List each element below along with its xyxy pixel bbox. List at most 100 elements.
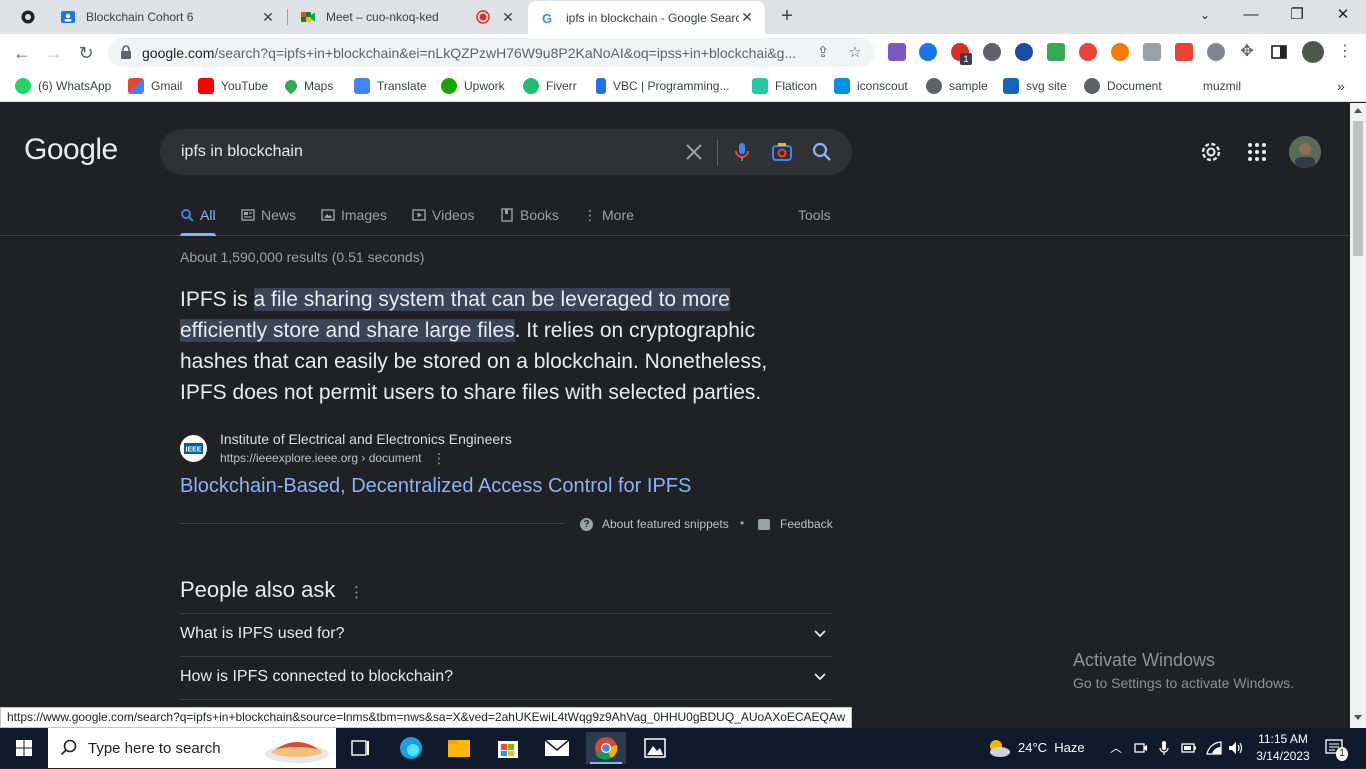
volume-icon[interactable]	[1228, 741, 1244, 755]
share-icon[interactable]: ⇪	[814, 44, 832, 62]
windows-start-icon[interactable]	[0, 728, 48, 768]
weather-icon[interactable]	[984, 736, 1012, 760]
extension-icon-2[interactable]	[919, 43, 937, 61]
scroll-down-arrow[interactable]	[1354, 715, 1362, 720]
tab-blockchain-cohort[interactable]: Blockchain Cohort 6 ✕	[48, 0, 286, 34]
voice-search-icon[interactable]	[730, 140, 754, 164]
settings-gear-icon[interactable]	[1198, 139, 1224, 165]
address-bar[interactable]: google.com/search?q=ipfs+in+blockchain&e…	[108, 38, 874, 67]
extension-icon-5[interactable]	[1015, 43, 1033, 61]
extension-icon-6[interactable]	[1047, 43, 1065, 61]
maximize-button[interactable]: ❐	[1274, 0, 1320, 30]
bookmarks-overflow-icon[interactable]: »	[1337, 77, 1345, 95]
extension-icon-8[interactable]	[1111, 43, 1129, 61]
task-view-icon[interactable]	[340, 732, 380, 764]
back-button[interactable]: ←	[9, 40, 35, 66]
tab-label: Books	[520, 207, 559, 223]
bookmark-document[interactable]: Document	[1084, 77, 1162, 95]
page-scrollbar[interactable]	[1350, 103, 1366, 728]
new-tab-button[interactable]: +	[775, 5, 799, 29]
tab-all[interactable]: All	[180, 204, 216, 226]
show-hidden-icons-icon[interactable]: ︿	[1110, 728, 1122, 768]
extensions-puzzle-icon[interactable]: ✥	[1238, 43, 1256, 61]
close-window-button[interactable]: ✕	[1320, 0, 1366, 30]
tab-google-search[interactable]: G ipfs in blockchain - Google Searc ✕	[528, 1, 765, 34]
feedback-link[interactable]: Feedback	[758, 515, 833, 533]
search-submit-icon[interactable]	[810, 140, 834, 164]
weather-text[interactable]: 24°C Haze	[1018, 728, 1085, 768]
paa-question[interactable]: How is IPFS connected to blockchain?	[180, 656, 832, 699]
extension-icon-4[interactable]	[983, 43, 1001, 61]
battery-icon[interactable]	[1181, 742, 1197, 754]
reload-button[interactable]: ↻	[73, 40, 99, 66]
bookmark-gmail[interactable]: Gmail	[128, 77, 182, 95]
tab-more[interactable]: ⋮ More	[583, 204, 634, 226]
bookmark-star-icon[interactable]: ☆	[846, 44, 864, 62]
bookmark-iconscout[interactable]: iconscout	[834, 77, 908, 95]
scroll-up-arrow[interactable]	[1354, 108, 1362, 113]
fiverr-icon	[523, 78, 539, 94]
extension-icon-1[interactable]	[888, 43, 906, 61]
edge-icon[interactable]	[391, 732, 431, 764]
lens-search-icon[interactable]	[770, 140, 794, 164]
lock-icon[interactable]	[120, 45, 132, 59]
about-featured-snippets-link[interactable]: ? About featured snippets	[580, 515, 729, 533]
tab-search-icon[interactable]	[20, 9, 36, 25]
photos-icon[interactable]	[635, 732, 675, 764]
url-text[interactable]: google.com/search?q=ipfs+in+blockchain&e…	[142, 45, 802, 61]
bookmark-youtube[interactable]: YouTube	[198, 77, 268, 95]
result-options-icon[interactable]: ⋮	[432, 450, 446, 467]
extension-icon-7[interactable]	[1079, 43, 1097, 61]
clear-search-icon[interactable]	[682, 140, 706, 164]
mail-icon[interactable]	[537, 732, 577, 764]
clock[interactable]: 11:15 AM 3/14/2023	[1252, 728, 1314, 768]
bookmark-translate[interactable]: Translate	[354, 77, 427, 95]
tab-videos[interactable]: Videos	[412, 204, 475, 226]
tab-news[interactable]: News	[241, 204, 296, 226]
bookmark-fiverr[interactable]: Fiverr	[523, 77, 577, 95]
search-box[interactable]: ipfs in blockchain	[160, 129, 852, 175]
tab-images[interactable]: Images	[321, 204, 387, 226]
tab-books[interactable]: Books	[500, 204, 559, 226]
file-explorer-icon[interactable]	[439, 732, 479, 764]
account-avatar[interactable]	[1289, 136, 1321, 168]
bookmark-sample[interactable]: sample	[926, 77, 988, 95]
taskbar-search-box[interactable]: Type here to search	[48, 728, 336, 768]
tab-close-icon[interactable]: ✕	[739, 9, 755, 26]
tab-meet[interactable]: Meet – cuo-nkoq-ked ✕	[288, 0, 526, 34]
paa-question[interactable]: What is IPFS used for?	[180, 613, 832, 656]
scroll-thumb[interactable]	[1353, 121, 1363, 256]
paa-options-icon[interactable]: ⋮	[349, 583, 364, 601]
bookmark-maps[interactable]: Maps	[282, 77, 333, 95]
microphone-icon[interactable]	[1158, 740, 1170, 756]
wifi-icon[interactable]	[1206, 741, 1222, 755]
tab-list-button[interactable]: ⌄	[1182, 0, 1228, 30]
chrome-taskbar-button[interactable]	[586, 732, 626, 764]
result-title-link[interactable]: Blockchain-Based, Decentralized Access C…	[180, 475, 691, 498]
search-input[interactable]: ipfs in blockchain	[181, 143, 303, 161]
extension-icon-10[interactable]	[1175, 43, 1193, 61]
clock-time: 11:15 AM	[1258, 732, 1308, 746]
bookmark-whatsapp[interactable]: (6) WhatsApp	[15, 77, 111, 95]
extension-icon-11[interactable]	[1207, 43, 1225, 61]
minimize-button[interactable]: —	[1228, 0, 1274, 30]
tab-close-icon[interactable]: ✕	[260, 9, 276, 26]
profile-avatar[interactable]	[1302, 41, 1324, 63]
bookmark-flaticon[interactable]: Flaticon	[752, 77, 817, 95]
google-logo[interactable]: Google	[24, 133, 118, 167]
tab-close-icon[interactable]: ✕	[500, 9, 516, 26]
bookmark-upwork[interactable]: Upwork	[441, 77, 505, 95]
flaticon-icon	[752, 78, 768, 94]
menu-kebab-icon[interactable]: ⋮	[1336, 43, 1354, 61]
meet-now-icon[interactable]	[1134, 741, 1148, 755]
tools-button[interactable]: Tools	[798, 204, 831, 226]
microsoft-store-icon[interactable]	[488, 732, 528, 764]
bookmark-muzmil[interactable]: muzmil	[1203, 77, 1241, 95]
tab-label: All	[200, 207, 216, 223]
extension-icon-9[interactable]	[1143, 43, 1161, 61]
forward-button[interactable]: →	[41, 40, 67, 66]
apps-grid-icon[interactable]	[1244, 139, 1270, 165]
bookmark-vbc[interactable]: VBC | Programming...	[596, 77, 729, 95]
side-panel-icon[interactable]	[1271, 44, 1287, 60]
bookmark-svg-site[interactable]: svg site	[1003, 77, 1067, 95]
